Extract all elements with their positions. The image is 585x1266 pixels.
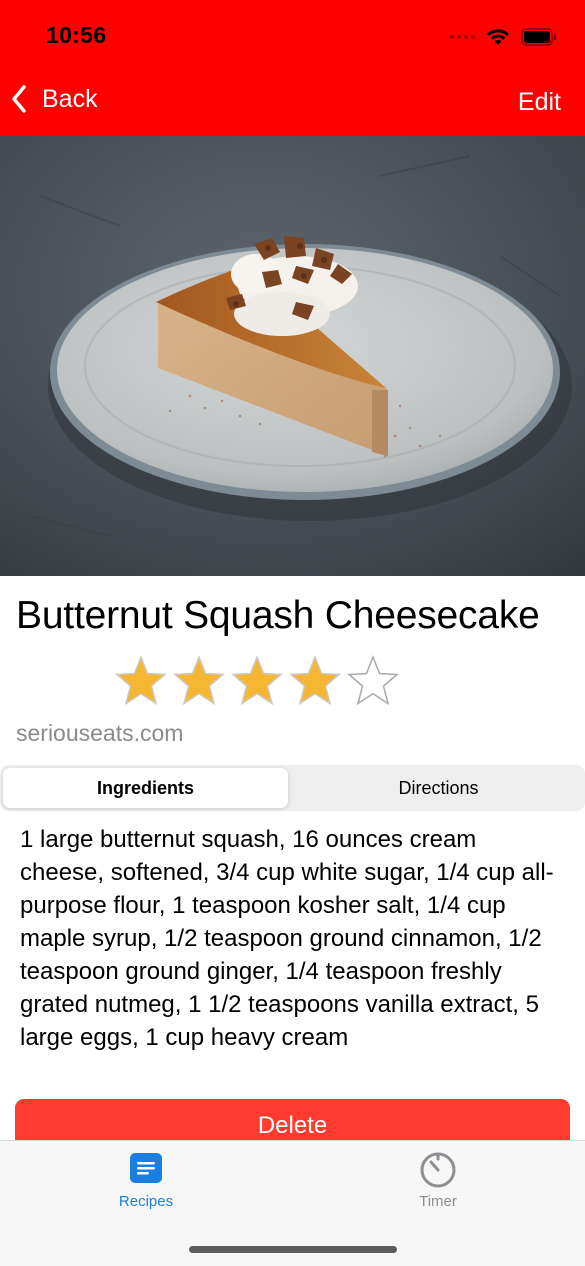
tab-recipes[interactable]: Recipes	[76, 1151, 216, 1210]
tab-recipes-label: Recipes	[118, 1193, 174, 1210]
star-filled-icon[interactable]	[172, 654, 226, 708]
star-filled-icon[interactable]	[230, 654, 284, 708]
star-filled-icon[interactable]	[288, 654, 342, 708]
recipe-photo	[0, 136, 585, 576]
segment-ingredients[interactable]: Ingredients	[3, 768, 288, 808]
ingredients-text: 1 large butternut squash, 16 ounces crea…	[20, 826, 554, 1051]
back-button[interactable]: Back	[10, 84, 98, 114]
battery-icon	[521, 28, 556, 46]
segmented-control: Ingredients Directions	[0, 765, 585, 811]
timer-icon	[420, 1152, 456, 1188]
tab-timer[interactable]: Timer	[368, 1151, 508, 1210]
recipe-source-link[interactable]: seriouseats.com	[16, 720, 183, 747]
edit-button[interactable]: Edit	[518, 88, 561, 117]
status-icons	[450, 26, 557, 48]
back-label: Back	[42, 84, 98, 113]
star-empty-icon[interactable]	[346, 654, 400, 708]
status-time: 10:56	[46, 22, 107, 48]
star-filled-icon[interactable]	[114, 654, 168, 708]
recipe-title: Butternut Squash Cheesecake	[16, 594, 540, 637]
cellular-signal-icon	[450, 35, 475, 39]
navigation-bar: 10:56 Back Edit	[0, 0, 585, 136]
tab-timer-label: Timer	[419, 1193, 457, 1210]
star-rating[interactable]	[114, 654, 400, 708]
home-indicator	[189, 1246, 397, 1253]
wifi-icon	[487, 29, 509, 45]
segment-directions[interactable]: Directions	[295, 768, 582, 808]
chevron-left-icon	[12, 85, 26, 113]
recipes-icon	[130, 1153, 162, 1183]
